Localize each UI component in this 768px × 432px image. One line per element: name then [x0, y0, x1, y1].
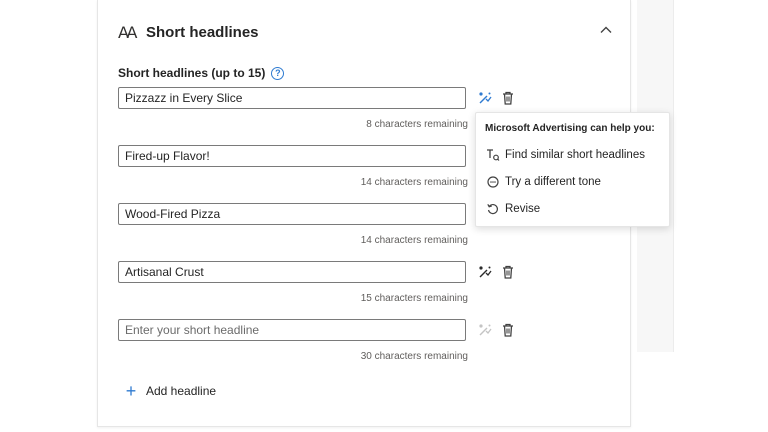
- find-similar-label: Find similar short headlines: [505, 149, 645, 161]
- field-label: Short headlines (up to 15) ?: [118, 66, 285, 80]
- headline-input-5[interactable]: Enter your short headline: [118, 319, 466, 341]
- char-count-2: 14 characters remaining: [360, 177, 468, 188]
- card-header: A A Short headlines: [118, 20, 259, 44]
- headline-value-3: Wood-Fired Pizza: [125, 207, 221, 221]
- field-label-text: Short headlines (up to 15): [118, 66, 266, 80]
- try-tone-label: Try a different tone: [505, 176, 601, 188]
- trash-icon[interactable]: [500, 322, 516, 338]
- char-count-5: 30 characters remaining: [360, 351, 468, 362]
- plus-icon: +: [125, 381, 137, 401]
- trash-icon[interactable]: [500, 264, 516, 280]
- popover-title: Microsoft Advertising can help you:: [485, 123, 655, 134]
- tone-icon: [486, 175, 500, 189]
- headline-input-1[interactable]: Pizzazz in Every Slice: [118, 87, 466, 109]
- ai-suggest-icon[interactable]: [477, 90, 493, 106]
- char-count-4: 15 characters remaining: [360, 293, 468, 304]
- card-title: Short headlines: [146, 23, 259, 41]
- find-similar-headlines-item[interactable]: Find similar short headlines: [486, 148, 645, 162]
- headline-placeholder-5: Enter your short headline: [125, 323, 260, 337]
- chevron-up-icon[interactable]: [598, 22, 614, 38]
- char-count-1: 8 characters remaining: [366, 119, 468, 130]
- revise-label: Revise: [505, 203, 541, 215]
- add-headline-label: Add headline: [146, 384, 217, 398]
- headline-input-4[interactable]: Artisanal Crust: [118, 261, 466, 283]
- ai-suggest-icon[interactable]: [477, 264, 493, 280]
- char-count-3: 14 characters remaining: [360, 235, 468, 246]
- try-different-tone-item[interactable]: Try a different tone: [486, 175, 601, 189]
- add-headline-button[interactable]: + Add headline: [124, 381, 217, 401]
- revise-item[interactable]: Revise: [486, 202, 540, 216]
- text-find-icon: [486, 148, 500, 162]
- text-size-icon: A A: [118, 22, 137, 42]
- headline-value-2: Fired-up Flavor!: [125, 149, 210, 163]
- trash-icon[interactable]: [500, 90, 516, 106]
- help-icon[interactable]: ?: [271, 66, 285, 80]
- headline-input-3[interactable]: Wood-Fired Pizza: [118, 203, 466, 225]
- headline-input-2[interactable]: Fired-up Flavor!: [118, 145, 466, 167]
- headline-value-1: Pizzazz in Every Slice: [125, 91, 243, 105]
- headline-value-4: Artisanal Crust: [125, 265, 204, 279]
- revise-icon: [486, 202, 500, 216]
- ai-suggestions-popover: Microsoft Advertising can help you: Find…: [475, 112, 670, 227]
- ai-suggest-icon[interactable]: [477, 322, 493, 338]
